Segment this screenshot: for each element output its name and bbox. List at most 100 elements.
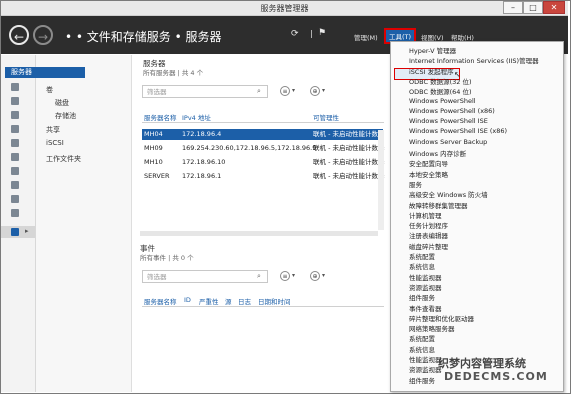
- chevron-down-icon: ▾: [322, 87, 326, 94]
- tools-menu-item[interactable]: 系统配置: [409, 333, 435, 343]
- table-row[interactable]: MH09 169.254.230.60,172.18.96.5,172.18.9…: [142, 143, 385, 154]
- tools-menu-item[interactable]: 注册表编辑器: [409, 230, 448, 240]
- nav-item-iscsi[interactable]: iSCSI: [46, 139, 64, 147]
- tools-menu-item[interactable]: 资源监视器: [409, 364, 442, 374]
- column-id[interactable]: ID: [184, 296, 191, 304]
- filter-options-icon[interactable]: ⊕: [310, 86, 320, 96]
- tools-menu-item[interactable]: 资源监视器: [409, 282, 442, 292]
- events-filter-input[interactable]: 筛选器: [142, 270, 268, 283]
- table-row[interactable]: SERVER 172.18.96.1 联机 - 未启动性能计数器: [142, 171, 384, 182]
- events-subtitle: 所有事件 | 共 0 个: [140, 254, 194, 262]
- column-log[interactable]: 日志: [238, 296, 251, 306]
- tools-menu-item[interactable]: Windows 内存诊断: [409, 148, 466, 158]
- tools-menu-item[interactable]: Windows PowerShell: [409, 97, 476, 105]
- list-options-icon[interactable]: ≡: [280, 86, 290, 96]
- tools-menu-item[interactable]: 磁盘碎片整理: [409, 241, 448, 251]
- nav-item-volumes[interactable]: 卷: [46, 85, 53, 95]
- cell-ip: 172.18.96.10: [182, 158, 226, 166]
- tools-menu-item[interactable]: Windows PowerShell ISE (x86): [409, 127, 507, 135]
- list-options-icon[interactable]: ≡: [280, 271, 290, 281]
- refresh-icon[interactable]: ⟳: [291, 29, 299, 39]
- server-role-icon[interactable]: [11, 153, 19, 161]
- tools-menu-item[interactable]: 计算机管理: [409, 210, 442, 220]
- search-icon: ⌕: [257, 87, 261, 95]
- table-row[interactable]: MH10 172.18.96.10 联机 - 未启动性能计数器: [142, 157, 385, 168]
- file-storage-icon[interactable]: [11, 228, 19, 236]
- dhcp-icon[interactable]: [11, 125, 19, 133]
- cell-name: SERVER: [144, 172, 170, 180]
- forward-button[interactable]: →: [33, 25, 53, 45]
- column-server-name[interactable]: 服务器名称: [144, 296, 177, 306]
- tools-menu-item[interactable]: Internet Information Services (IIS)管理器: [409, 55, 539, 65]
- close-button[interactable]: ✕: [543, 1, 565, 14]
- column-datetime[interactable]: 日期和时间: [258, 296, 291, 306]
- column-manageability[interactable]: 可管理性: [313, 112, 339, 122]
- tools-menu-item[interactable]: 任务计划程序: [409, 220, 448, 230]
- nav-pane: [36, 55, 132, 392]
- local-server-icon[interactable]: [11, 83, 19, 91]
- nav-item-disks[interactable]: 磁盘: [55, 98, 69, 108]
- column-source[interactable]: 源: [225, 296, 232, 306]
- header-divider: [142, 122, 384, 123]
- tools-menu-item[interactable]: iSCSI 发起程序: [409, 66, 454, 76]
- remote-access-icon[interactable]: [11, 209, 19, 217]
- nap-icon[interactable]: [11, 181, 19, 189]
- cell-name: MH10: [144, 158, 163, 166]
- tools-menu-item[interactable]: 组件服务: [409, 375, 435, 385]
- tools-menu-item[interactable]: 性能监视器: [409, 272, 442, 282]
- tools-menu-item[interactable]: 事件查看器: [409, 303, 442, 313]
- cell-status: 联机 - 未启动性能计数器: [313, 144, 385, 152]
- tools-menu-item[interactable]: 系统信息: [409, 261, 435, 271]
- tools-menu-item[interactable]: ODBC 数据源(32 位): [409, 76, 471, 86]
- cell-status: 联机 - 未启动性能计数器: [313, 158, 385, 166]
- flag-icon[interactable]: ⚑: [318, 28, 326, 38]
- tools-menu-item[interactable]: ODBC 数据源(64 位): [409, 86, 471, 96]
- chevron-right-icon: ▸: [25, 227, 29, 235]
- tools-menu-item[interactable]: 服务: [409, 179, 422, 189]
- wsus-icon[interactable]: [11, 195, 19, 203]
- servers-filter-input[interactable]: 筛选器: [142, 85, 268, 98]
- watermark-url: DEDECMS.COM: [444, 370, 548, 383]
- column-severity[interactable]: 严重性: [199, 296, 219, 306]
- tools-menu-item[interactable]: Hyper-V 管理器: [409, 45, 456, 55]
- tools-menu-item[interactable]: 组件服务: [409, 292, 435, 302]
- cell-ip: 172.18.96.1: [182, 172, 222, 180]
- servers-subtitle: 所有服务器 | 共 4 个: [143, 69, 204, 77]
- tools-menu-item[interactable]: Windows Server Backup: [409, 138, 487, 146]
- nav-item-servers[interactable]: 服务器: [5, 67, 85, 78]
- tools-menu-item[interactable]: Windows PowerShell (x86): [409, 107, 495, 115]
- horizontal-scrollbar[interactable]: [140, 231, 378, 236]
- tools-menu-item[interactable]: 安全配置向导: [409, 158, 448, 168]
- tools-menu-item[interactable]: Windows PowerShell ISE: [409, 117, 488, 125]
- nav-item-work-folders[interactable]: 工作文件夹: [46, 154, 81, 164]
- tools-menu-item[interactable]: 碎片整理和优化驱动器: [409, 313, 474, 323]
- column-server-name[interactable]: 服务器名称: [144, 112, 177, 122]
- menu-manage[interactable]: 管理(M): [354, 32, 378, 42]
- tools-menu-item[interactable]: 故障转移群集管理器: [409, 200, 468, 210]
- minimize-button[interactable]: –: [503, 1, 523, 14]
- tools-menu-item[interactable]: 网络策略服务器: [409, 323, 455, 333]
- back-button[interactable]: ←: [9, 25, 29, 45]
- nav-item-shares[interactable]: 共享: [46, 125, 60, 135]
- tools-menu-item[interactable]: 性能监视器: [409, 354, 442, 364]
- arrow-right-icon: →: [37, 30, 49, 44]
- tools-menu-item[interactable]: 系统配置: [409, 251, 435, 261]
- vertical-scrollbar[interactable]: [378, 130, 384, 230]
- all-servers-icon[interactable]: [11, 97, 19, 105]
- separator: |: [310, 29, 313, 38]
- column-ipv4[interactable]: IPv4 地址: [182, 112, 211, 122]
- cell-name: MH04: [144, 130, 163, 138]
- ad-icon[interactable]: [11, 111, 19, 119]
- maximize-button[interactable]: □: [523, 1, 543, 14]
- tools-menu-item[interactable]: 系统信息: [409, 344, 435, 354]
- iis-icon[interactable]: [11, 167, 19, 175]
- chevron-down-icon: ▾: [322, 272, 326, 279]
- dns-icon[interactable]: [11, 139, 19, 147]
- nav-item-storage-pools[interactable]: 存储池: [55, 111, 76, 121]
- tools-menu-item[interactable]: 高级安全 Windows 防火墙: [409, 189, 488, 199]
- tools-menu-item[interactable]: 本地安全策略: [409, 169, 448, 179]
- title-bar: 服务器管理器: [1, 1, 568, 16]
- table-row[interactable]: MH04 172.18.96.4 联机 - 未启动性能计数器: [142, 129, 384, 140]
- arrow-left-icon: ←: [13, 30, 25, 44]
- filter-options-icon[interactable]: ⊕: [310, 271, 320, 281]
